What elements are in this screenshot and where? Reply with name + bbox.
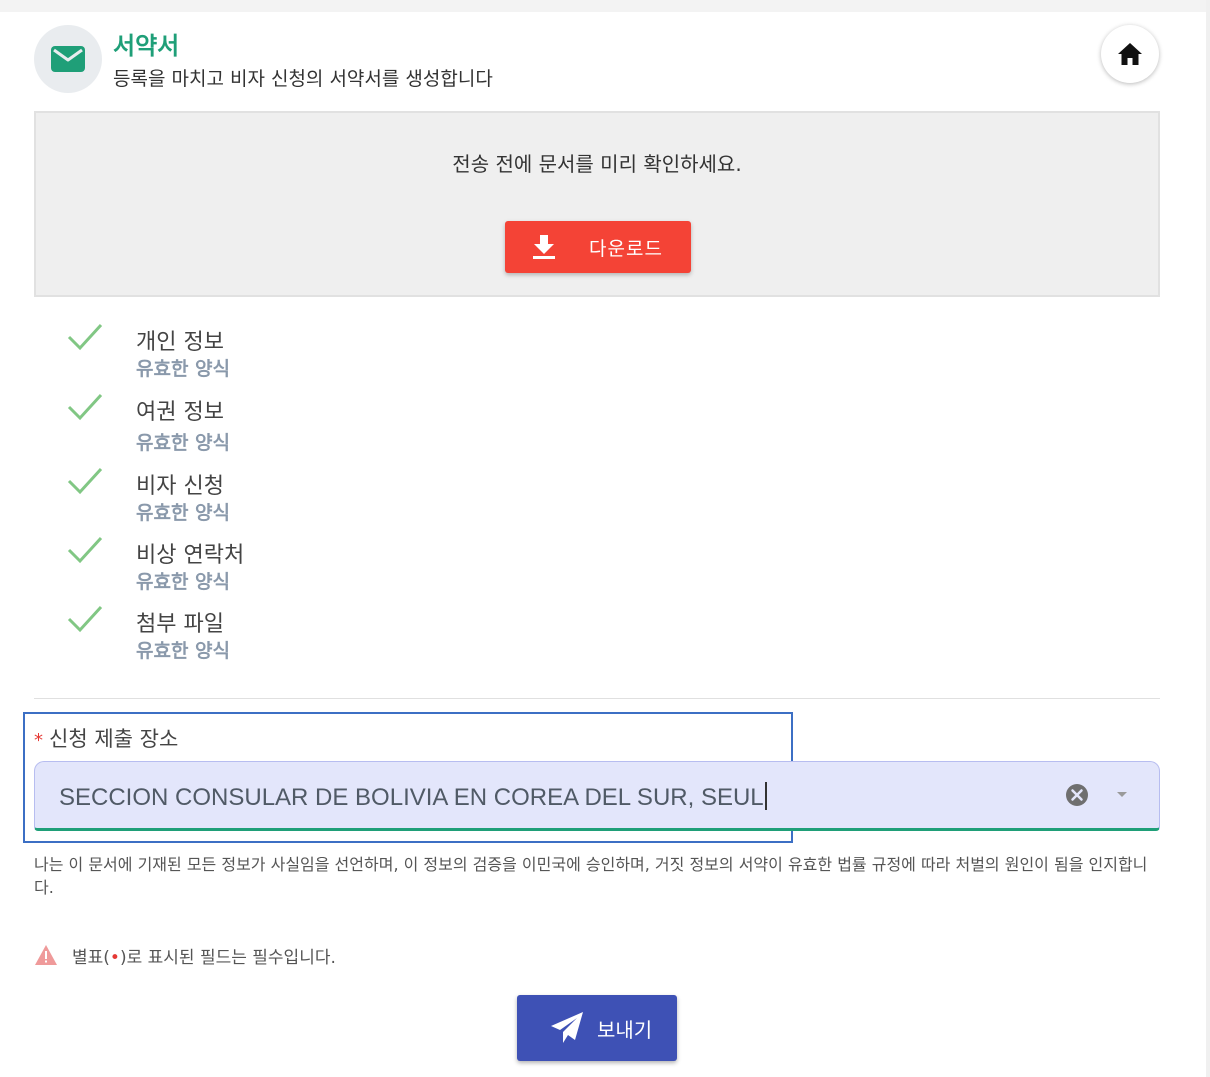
checklist-item-status: 유효한 양식	[136, 502, 231, 524]
document-preview-panel: 전송 전에 문서를 미리 확인하세요. 다운로드	[34, 111, 1160, 297]
text-cursor	[764, 782, 767, 810]
location-field-label: * 신청 제출 장소	[34, 723, 178, 753]
clear-icon[interactable]	[1065, 783, 1089, 807]
location-value-text: SECCION CONSULAR DE BOLIVIA EN COREA DEL…	[59, 784, 764, 811]
declaration-text: 나는 이 문서에 기재된 모든 정보가 사실임을 선언하며, 이 정보의 검증을…	[34, 855, 1148, 897]
check-icon	[67, 393, 103, 421]
scroll-edge	[1206, 0, 1210, 1077]
location-input-value[interactable]: SECCION CONSULAR DE BOLIVIA EN COREA DEL…	[59, 782, 767, 812]
home-button[interactable]	[1101, 25, 1159, 83]
checklist-item-status: 유효한 양식	[136, 640, 231, 662]
check-icon	[67, 605, 103, 633]
checklist-item-title: 여권 정보	[136, 400, 224, 425]
checklist-item-personal-info: 개인 정보 유효한 양식	[66, 320, 466, 380]
home-icon	[1118, 43, 1142, 65]
checklist-item-status: 유효한 양식	[136, 571, 231, 593]
required-fields-notice: 별표(•)로 표시된 필드는 필수입니다.	[34, 942, 336, 968]
checklist-item-attachments: 첨부 파일 유효한 양식	[66, 602, 466, 662]
notice-prefix: 별표(	[72, 947, 110, 968]
notice-text: 별표(•)로 표시된 필드는 필수입니다.	[72, 943, 336, 968]
checklist-item-title: 첨부 파일	[136, 612, 224, 637]
notice-suffix: )로 표시된 필드는 필수입니다.	[119, 947, 336, 968]
page-title: 서약서	[113, 32, 180, 60]
download-label: 다운로드	[589, 237, 663, 260]
checklist-item-visa-application: 비자 신청 유효한 양식	[66, 464, 466, 524]
checklist-item-status: 유효한 양식	[136, 432, 231, 454]
location-label-text: 신청 제출 장소	[49, 727, 179, 751]
checklist-item-status: 유효한 양식	[136, 358, 231, 380]
required-asterisk: *	[34, 730, 43, 751]
checklist-item-passport-info: 여권 정보 유효한 양식	[66, 390, 466, 454]
required-dot: •	[109, 947, 120, 968]
check-icon	[67, 323, 103, 351]
check-icon	[67, 467, 103, 495]
paper-plane-icon	[551, 1012, 583, 1043]
download-icon	[531, 233, 557, 261]
envelope-icon	[34, 25, 102, 93]
checklist-item-title: 비상 연락처	[136, 543, 245, 568]
section-divider	[34, 698, 1160, 699]
preview-instruction: 전송 전에 문서를 미리 확인하세요.	[452, 152, 742, 176]
page-subtitle: 등록을 마치고 비자 신청의 서약서를 생성합니다	[113, 68, 493, 90]
chevron-down-icon[interactable]	[1115, 789, 1129, 799]
send-label: 보내기	[597, 1017, 653, 1042]
top-strip	[0, 0, 1210, 12]
send-button[interactable]: 보내기	[517, 995, 677, 1061]
submission-location-select[interactable]: SECCION CONSULAR DE BOLIVIA EN COREA DEL…	[34, 761, 1160, 831]
check-icon	[67, 536, 103, 564]
checklist-item-title: 개인 정보	[136, 330, 224, 355]
checklist-item-emergency-contact: 비상 연락처 유효한 양식	[66, 533, 466, 593]
warning-icon	[35, 945, 57, 965]
download-button[interactable]: 다운로드	[505, 221, 691, 273]
checklist-item-title: 비자 신청	[136, 474, 224, 499]
